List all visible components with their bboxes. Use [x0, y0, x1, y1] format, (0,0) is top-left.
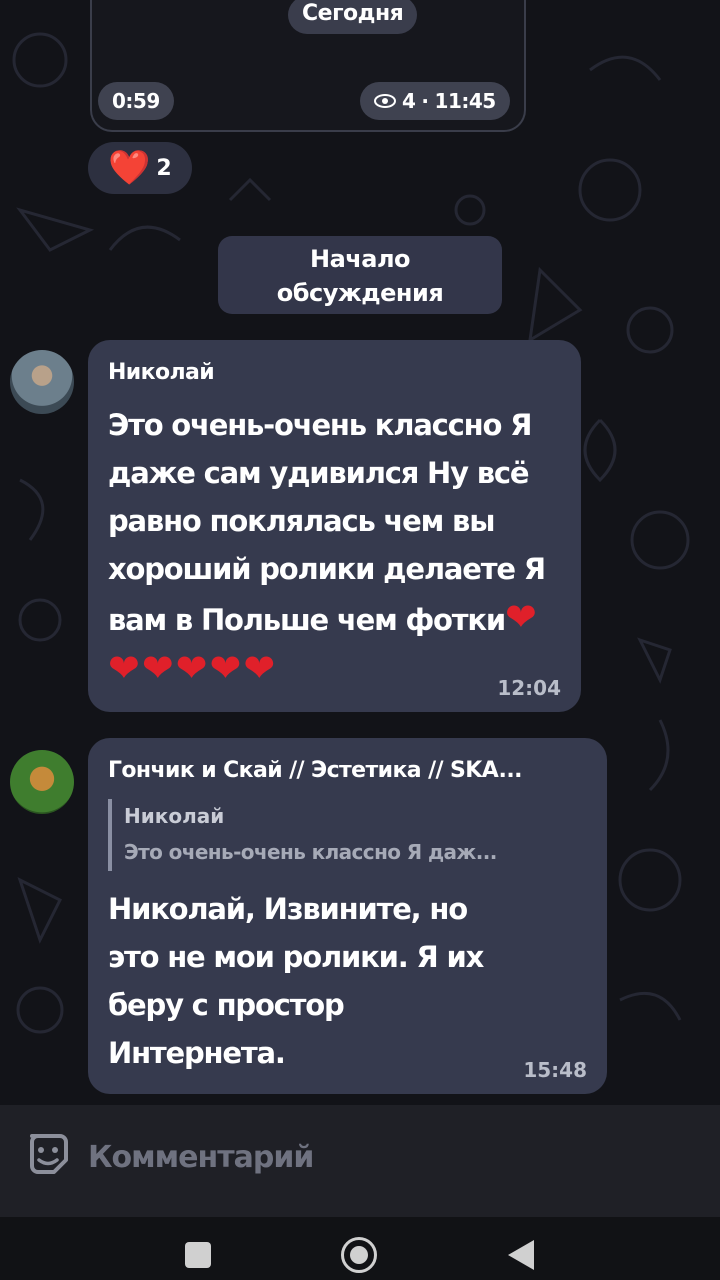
video-time: 11:45 [434, 89, 497, 113]
message-bubble[interactable]: Николай Это очень-очень классно Я даже с… [88, 340, 581, 712]
message-time: 15:48 [523, 1058, 587, 1082]
message-text: Это очень-очень классно Я даже сам удиви… [108, 401, 559, 695]
discussion-start-label: Начало обсуждения [218, 236, 502, 314]
message-author[interactable]: Гончик и Скай // Эстетика // SKA... [108, 758, 585, 783]
eye-icon [374, 94, 396, 108]
service-line-1: Начало [309, 245, 411, 273]
recents-button[interactable] [185, 1242, 211, 1268]
home-button[interactable] [341, 1237, 377, 1273]
back-button[interactable] [508, 1240, 534, 1270]
service-line-2: обсуждения [276, 279, 444, 307]
message-body: Это очень-очень классно Я даже сам удиви… [108, 408, 546, 637]
date-label: Сегодня [288, 0, 418, 34]
reaction-badge[interactable]: ❤️ 2 [88, 142, 192, 194]
reply-author: Николай [124, 804, 225, 828]
message-text: Николай, Извините, но это не мои ролики.… [108, 892, 484, 1070]
message-time: 12:04 [497, 676, 561, 700]
message-bubble[interactable]: Гончик и Скай // Эстетика // SKA... Нико… [88, 738, 607, 1094]
avatar[interactable] [10, 350, 74, 414]
message-author[interactable]: Николай [108, 360, 559, 385]
reply-quote[interactable]: Николай Это очень-очень классно Я даж... [108, 799, 585, 871]
avatar[interactable] [10, 750, 74, 814]
views-count: 4 [402, 89, 416, 113]
heart-icon: ❤️ [108, 148, 151, 188]
reaction-count: 2 [156, 155, 172, 181]
reply-text: Это очень-очень классно Я даж... [124, 840, 497, 864]
comment-input[interactable]: Комментарий [88, 1140, 314, 1175]
video-duration: 0:59 [98, 82, 174, 120]
separator-dot: · [421, 89, 429, 113]
sticker-icon[interactable] [24, 1130, 72, 1178]
video-views-time: 4 · 11:45 [360, 82, 510, 120]
